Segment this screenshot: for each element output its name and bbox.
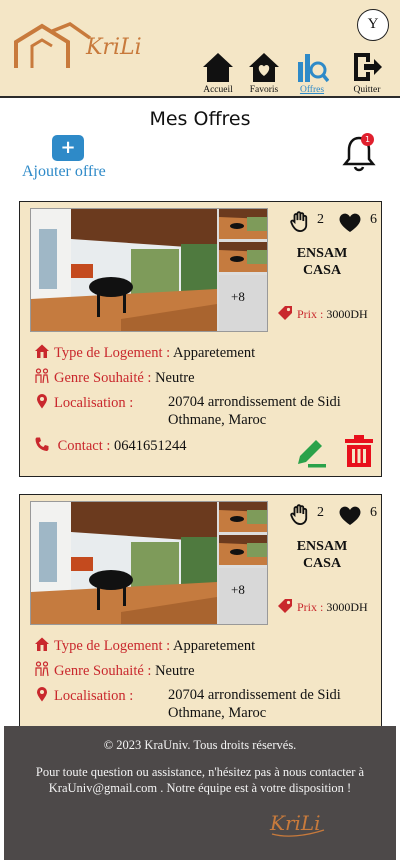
- page-title: Mes Offres: [149, 108, 251, 130]
- nav-favoris-label: Favoris: [249, 85, 279, 95]
- location-row: Localisation :: [34, 393, 133, 412]
- contact-row: Contact : 0641651244: [34, 436, 187, 455]
- photo-gallery[interactable]: +8: [30, 501, 268, 625]
- add-offer-button[interactable]: +: [52, 135, 84, 161]
- nav-quitter[interactable]: Quitter: [342, 50, 392, 95]
- main-photo[interactable]: [31, 209, 217, 332]
- edit-pencil-icon[interactable]: [294, 434, 328, 468]
- location-label: Localisation: [54, 395, 126, 411]
- location-label: Localisation: [54, 688, 126, 704]
- brand-logo[interactable]: KriLi: [12, 20, 142, 74]
- app-header: KriLi Y Accueil Favoris Offres Quitter: [0, 0, 400, 98]
- photo-gallery[interactable]: +8: [30, 208, 268, 332]
- favorites-count: 6: [370, 212, 377, 227]
- school-name: ENSAM: [296, 246, 348, 261]
- house-icon: [35, 344, 49, 358]
- gender-row: Genre Souhaité : Neutre: [34, 368, 195, 387]
- price: Prix : 3000DH: [276, 597, 368, 615]
- contact-label: Contact: [57, 438, 103, 454]
- delete-trash-icon[interactable]: [344, 434, 374, 468]
- type-row: Type de Logement : Apparetement: [34, 636, 255, 655]
- location-pin-icon: [37, 394, 47, 409]
- location-row: Localisation :: [34, 686, 133, 705]
- heart-icon[interactable]: [338, 211, 362, 233]
- offer-card[interactable]: +8 2 6 ENSAM CASA Prix : 3000DH Type de …: [19, 201, 382, 477]
- school-name: ENSAM: [296, 539, 348, 554]
- more-photos-count[interactable]: +8: [231, 582, 245, 598]
- hand-raise-icon[interactable]: [288, 503, 312, 525]
- price-tag-icon: [278, 306, 292, 320]
- add-offer-label[interactable]: Ajouter offre: [22, 163, 106, 181]
- nav-offres[interactable]: Offres: [287, 50, 337, 95]
- type-value: Apparetement: [173, 638, 256, 654]
- likes-count: 2: [317, 212, 324, 227]
- gender-label: Genre Souhaité: [54, 370, 144, 386]
- notification-badge: 1: [361, 133, 374, 146]
- footer-logo-text: KriLi: [269, 811, 321, 835]
- gender-row: Genre Souhaité : Neutre: [34, 661, 195, 680]
- nav-favoris[interactable]: Favoris: [239, 50, 289, 95]
- type-row: Type de Logement : Apparetement: [34, 343, 255, 362]
- people-icon: [35, 368, 49, 384]
- heart-icon[interactable]: [338, 504, 362, 526]
- price-value: 3000DH: [326, 307, 368, 321]
- school-city: CASA: [302, 263, 342, 278]
- nav-accueil-label: Accueil: [203, 85, 233, 95]
- more-photos-count[interactable]: +8: [231, 289, 245, 305]
- thumbnail-photo[interactable]: [219, 209, 267, 239]
- gender-value: Neutre: [155, 663, 195, 679]
- hand-raise-icon[interactable]: [288, 210, 312, 232]
- thumbnail-photo[interactable]: [219, 502, 267, 532]
- favorites-count: 6: [370, 505, 377, 520]
- copyright-text: © 2023 KraUniv. Tous droits réservés.: [103, 738, 297, 752]
- type-label: Type de Logement: [54, 345, 163, 361]
- price-label: Prix :: [297, 600, 327, 614]
- likes-count: 2: [317, 505, 324, 520]
- school-city: CASA: [302, 556, 342, 571]
- thumbnail-photo[interactable]: [219, 535, 267, 565]
- price-label: Prix :: [297, 307, 327, 321]
- gender-value: Neutre: [155, 370, 195, 386]
- nav-quitter-label: Quitter: [353, 85, 381, 95]
- phone-icon: [35, 437, 49, 451]
- contact-value: 0641651244: [114, 438, 187, 454]
- site-footer: © 2023 KraUniv. Tous droits réservés. Po…: [4, 726, 396, 860]
- price-value: 3000DH: [326, 600, 368, 614]
- people-icon: [35, 661, 49, 677]
- logout-icon: [354, 53, 382, 81]
- type-value: Apparetement: [173, 345, 256, 361]
- contact-text: Pour toute question ou assistance, n'hés…: [35, 765, 365, 795]
- location-pin-icon: [37, 687, 47, 702]
- type-label: Type de Logement: [54, 638, 163, 654]
- location-value: 20704 arrondissement de Sidi Othmane, Ma…: [168, 687, 341, 721]
- location-value: 20704 arrondissement de Sidi Othmane, Ma…: [168, 394, 341, 428]
- user-avatar[interactable]: Y: [357, 9, 389, 41]
- heart-house-icon: [249, 53, 279, 82]
- price: Prix : 3000DH: [276, 304, 368, 322]
- house-icon: [35, 637, 49, 651]
- offers-search-icon: [298, 54, 329, 83]
- svg-text:KriLi: KriLi: [85, 35, 142, 60]
- home-icon: [203, 53, 233, 82]
- main-photo[interactable]: [31, 502, 217, 625]
- thumbnail-photo[interactable]: [219, 242, 267, 272]
- price-tag-icon: [278, 599, 292, 613]
- nav-offres-label: Offres: [299, 85, 325, 95]
- footer-logo: KriLi: [269, 811, 325, 837]
- nav-accueil[interactable]: Accueil: [193, 50, 243, 95]
- gender-label: Genre Souhaité: [54, 663, 144, 679]
